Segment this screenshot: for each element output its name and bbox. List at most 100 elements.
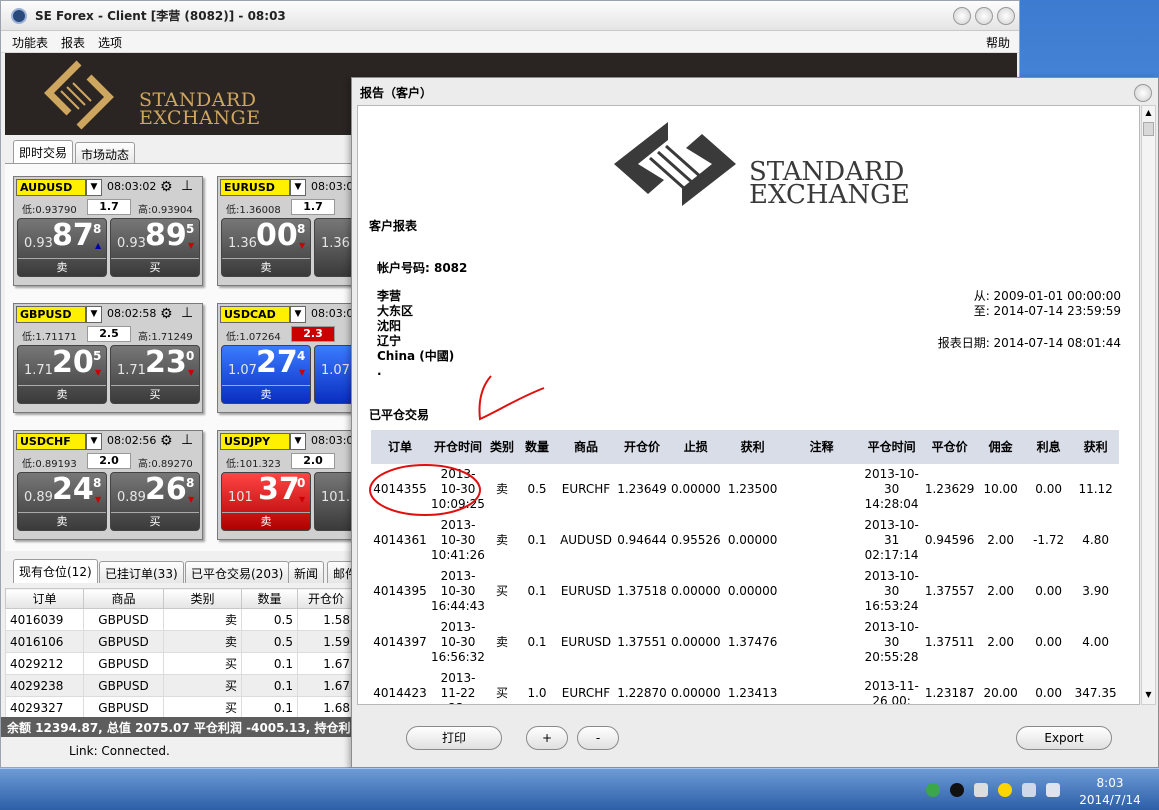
price-pip: 8 <box>186 476 195 490</box>
sell-button[interactable]: 0.89 24 8 ▼ 卖 <box>17 472 107 531</box>
buy-button[interactable]: 0.89 26 8 ▼ 买 <box>110 472 200 531</box>
buy-label: 买 <box>111 385 199 403</box>
scrollbar-thumb[interactable] <box>1143 122 1154 136</box>
price-prefix: 101. <box>321 490 350 505</box>
price-prefix: 0.89 <box>24 490 53 505</box>
close-button[interactable] <box>1134 84 1152 102</box>
table-cell: GBPUSD <box>83 696 164 719</box>
tab-news[interactable]: 新闻 <box>288 561 325 583</box>
gear-icon[interactable]: ⚙ <box>160 433 173 449</box>
chevron-down-icon[interactable]: ▼ <box>290 306 306 323</box>
add-icon[interactable] <box>998 783 1012 797</box>
arrow-up-icon: ▲ <box>95 241 102 250</box>
sell-button[interactable]: 101 37 0 ▼ 卖 <box>221 472 311 531</box>
menu-function[interactable]: 功能表 <box>12 34 48 51</box>
low-price: 低:0.89193 <box>22 459 77 470</box>
shield-icon[interactable] <box>926 783 940 797</box>
sell-button[interactable]: 1.07 27 4 ▼ 卖 <box>221 345 311 404</box>
table-cell: GBPUSD <box>83 652 164 675</box>
vertical-scrollbar[interactable]: ▲ ▼ <box>1141 105 1156 705</box>
table-cell: 0.1 <box>241 674 298 697</box>
tab-pending-orders[interactable]: 已挂订单(33) <box>99 561 184 583</box>
low-price: 低:1.36008 <box>226 205 281 216</box>
device-icon[interactable] <box>1046 783 1060 797</box>
network-icon[interactable] <box>1022 783 1036 797</box>
table-row[interactable]: 4016039 GBPUSD 卖 0.5 1.58 <box>5 608 355 631</box>
gear-icon[interactable]: ⚙ <box>160 306 173 322</box>
symbol-select[interactable]: USDCHF <box>16 433 86 450</box>
symbol-select[interactable]: GBPUSD <box>16 306 86 323</box>
symbol-select[interactable]: AUDUSD <box>16 179 86 196</box>
scroll-down-icon[interactable]: ▼ <box>1143 690 1154 700</box>
menu-reports[interactable]: 报表 <box>61 34 85 51</box>
table-row[interactable]: 4029212 GBPUSD 买 0.1 1.67 <box>5 652 355 675</box>
price-pip: 8 <box>93 476 102 490</box>
col-type[interactable]: 类别 <box>163 588 242 609</box>
col-volume[interactable]: 数量 <box>241 588 298 609</box>
chart-icon[interactable]: ⊥ <box>181 305 193 321</box>
table-cell: GBPUSD <box>83 630 164 653</box>
scroll-up-icon[interactable]: ▲ <box>1143 108 1154 118</box>
arrow-down-icon: ▼ <box>188 241 195 250</box>
sell-label: 卖 <box>222 385 310 403</box>
spread-value: 1.7 <box>291 199 335 215</box>
connection-status: Link: Connected. <box>69 744 170 758</box>
arrow-down-icon: ▼ <box>188 495 195 504</box>
menu-help[interactable]: 帮助 <box>986 34 1010 51</box>
price-prefix: 1.36 <box>321 236 350 251</box>
maximize-button[interactable] <box>975 7 993 25</box>
table-row[interactable]: 4029238 GBPUSD 买 0.1 1.67 <box>5 674 355 697</box>
qq-icon[interactable] <box>950 783 964 797</box>
col-order[interactable]: 订单 <box>5 588 84 609</box>
chevron-down-icon[interactable]: ▼ <box>86 433 102 450</box>
low-price: 低:1.71171 <box>22 332 77 343</box>
spread-value: 1.7 <box>87 199 131 215</box>
table-row[interactable]: 4016106 GBPUSD 卖 0.5 1.59 <box>5 630 355 653</box>
tab-open-positions[interactable]: 现有仓位(12) <box>13 559 98 583</box>
tab-live-trading[interactable]: 即时交易 <box>13 140 74 164</box>
col-open-price[interactable]: 开仓价 <box>297 588 355 609</box>
table-cell: 4029327 <box>5 696 84 719</box>
print-button[interactable]: 打印 <box>406 726 502 750</box>
menu-options[interactable]: 选项 <box>98 34 122 51</box>
gear-icon[interactable]: ⚙ <box>160 179 173 195</box>
quote-time: 08:02:58 <box>107 307 157 320</box>
sell-button[interactable]: 1.71 20 5 ▼ 卖 <box>17 345 107 404</box>
sell-button[interactable]: 0.93 87 8 ▲ 卖 <box>17 218 107 277</box>
chevron-down-icon[interactable]: ▼ <box>86 306 102 323</box>
quote-card-gbpusd: GBPUSD ▼ 08:02:58 ⚙ ⊥ 低:1.71171 2.5 高:1.71… <box>13 303 203 413</box>
account-summary: 余额 12394.87, 总值 2075.07 平仓利润 -4005.13, 持… <box>1 717 351 737</box>
symbol-select[interactable]: EURUSD <box>220 179 290 196</box>
sell-button[interactable]: 1.36 00 8 ▼ 卖 <box>221 218 311 277</box>
close-button[interactable] <box>997 7 1015 25</box>
zoom-in-button[interactable]: + <box>526 726 568 750</box>
circle-annotation-icon <box>369 464 481 516</box>
symbol-select[interactable]: USDCAD <box>220 306 290 323</box>
price-big: 00 <box>256 218 298 253</box>
buy-button[interactable]: 0.93 89 5 ▼ 买 <box>110 218 200 277</box>
chart-icon[interactable]: ⊥ <box>181 432 193 448</box>
col-symbol[interactable]: 商品 <box>83 588 164 609</box>
price-big: 37 <box>258 472 300 507</box>
price-pip: 8 <box>297 222 306 236</box>
zoom-out-button[interactable]: - <box>577 726 619 750</box>
chevron-down-icon[interactable]: ▼ <box>290 179 306 196</box>
export-button[interactable]: Export <box>1016 726 1112 750</box>
tab-market-news[interactable]: 市场动态 <box>75 142 136 164</box>
minimize-button[interactable] <box>953 7 971 25</box>
sell-label: 卖 <box>222 512 310 530</box>
table-row[interactable]: 4029327 GBPUSD 买 0.1 1.68 <box>5 696 355 719</box>
price-prefix: 0.89 <box>117 490 146 505</box>
buy-button[interactable]: 1.71 23 0 ▼ 买 <box>110 345 200 404</box>
system-clock[interactable]: 8:03 2014/7/14 <box>1070 775 1150 809</box>
table-cell: 1.68 <box>297 696 355 719</box>
price-prefix: 101 <box>228 490 253 505</box>
tab-closed-trades[interactable]: 已平仓交易(203) <box>185 561 290 583</box>
chevron-down-icon[interactable]: ▼ <box>290 433 306 450</box>
symbol-select[interactable]: USDJPY <box>220 433 290 450</box>
clock-time: 8:03 <box>1096 776 1124 790</box>
chart-icon[interactable]: ⊥ <box>181 178 193 194</box>
volume-icon[interactable] <box>974 783 988 797</box>
sell-label: 卖 <box>18 385 106 403</box>
chevron-down-icon[interactable]: ▼ <box>86 179 102 196</box>
